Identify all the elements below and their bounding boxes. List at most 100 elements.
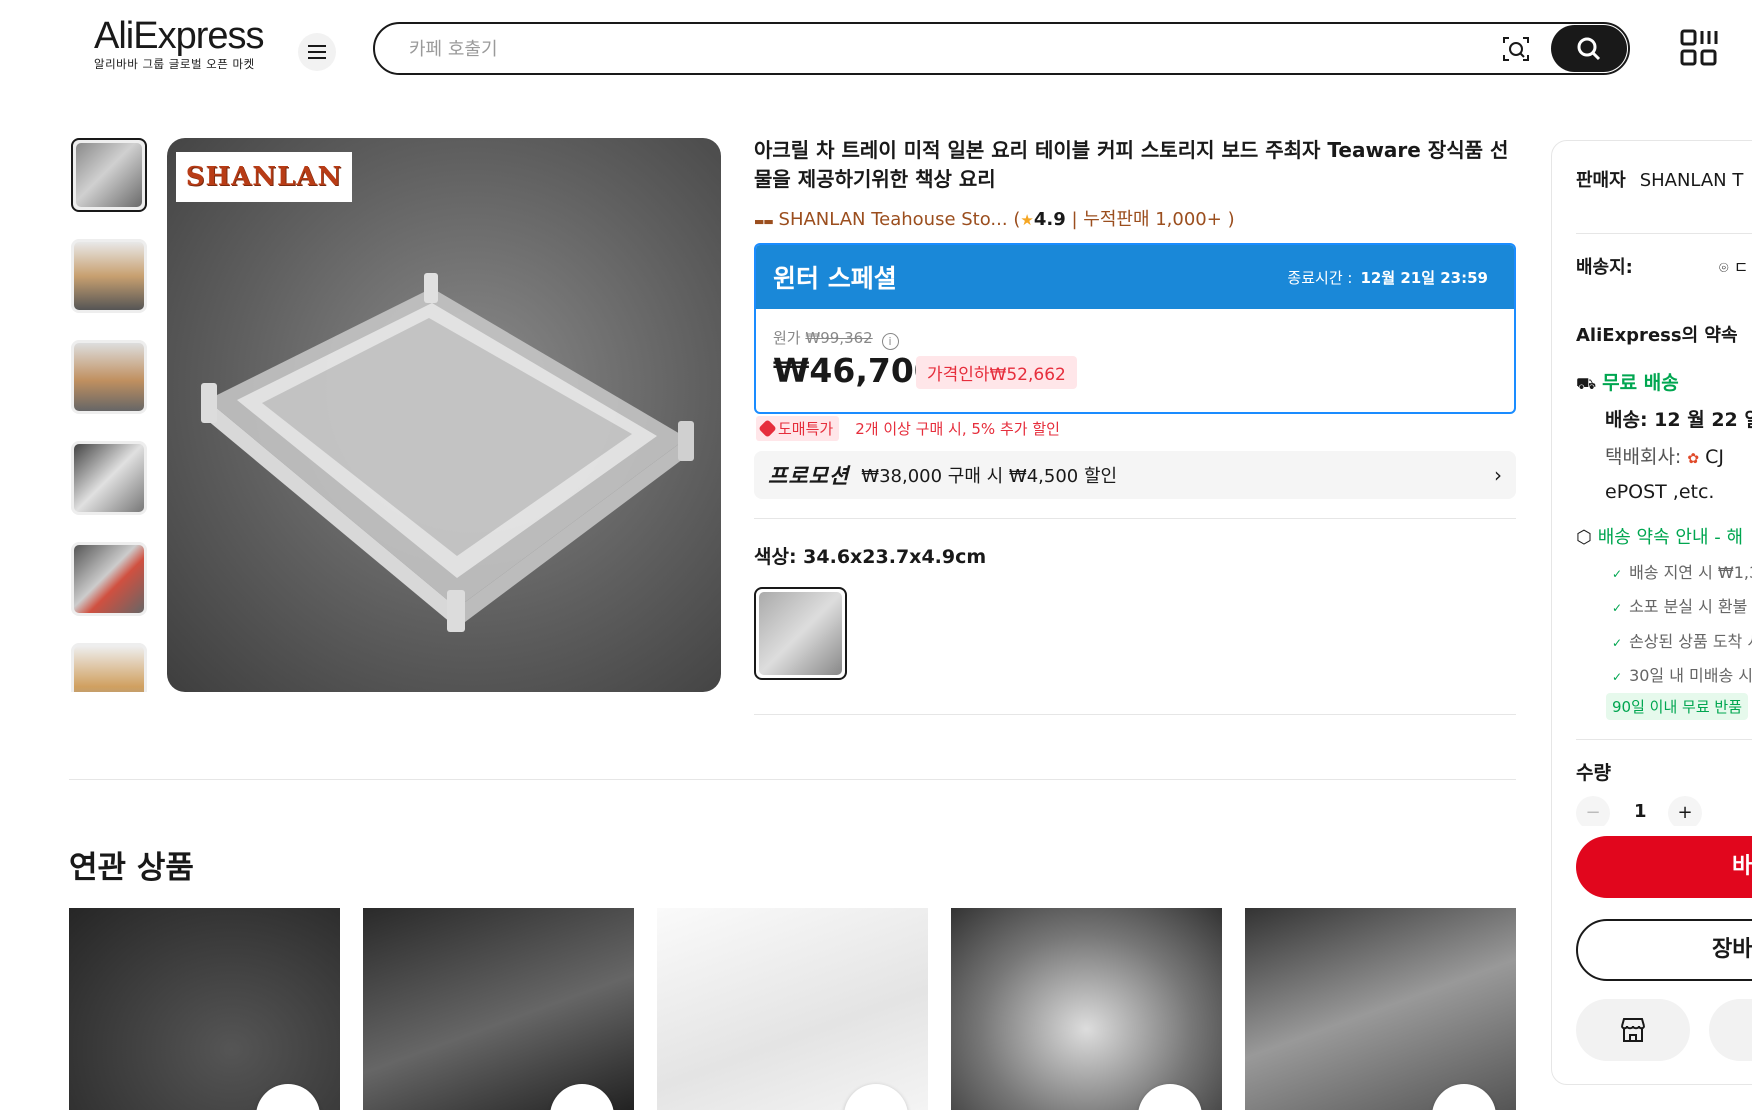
promotion-label: 프로모션 [768,464,850,488]
original-price-label: 원가 [773,329,801,347]
guarantee-text: 배송 약속 안내 - 해 [1597,527,1744,548]
quantity-value[interactable]: 1 [1634,801,1647,822]
store-button[interactable] [1576,999,1690,1061]
star-icon: ★ [1020,211,1034,229]
store-rating: 4.9 [1033,209,1066,230]
tray-illustration [201,273,694,632]
qr-code-icon [1680,29,1718,66]
courier-info: 택배회사: ✿ CJ ePOST ,etc. [1605,441,1724,509]
deal-box: 윈터 스페셜 종료시간 :12월 21일 23:59 원가 ₩99,362 i … [754,243,1516,414]
free-return-badge: 90일 이내 무료 반품 [1606,693,1748,720]
search-bar [373,22,1630,75]
courier-label: 택배회사: [1605,446,1682,468]
check-icon: ✓ [1612,601,1623,615]
quantity-increase-button[interactable]: + [1668,796,1702,826]
related-product-5[interactable] [1245,908,1516,1110]
thumbnail-5[interactable] [71,542,147,616]
check-icon: ✓ [1612,636,1623,650]
free-shipping: ⛟ 무료 배송 [1576,368,1679,395]
logo-subtitle: 알리바바 그룹 글로벌 오픈 마켓 [94,57,255,71]
store-logo-icon: ▬▬ [754,215,774,228]
divider [1576,739,1752,740]
add-to-cart-button[interactable]: 장바 [1576,919,1752,981]
delivery-date: 배송: 12 월 22 일 [1605,409,1752,431]
color-label: 색상: 34.6x23.7x4.9cm [754,546,987,568]
thumbnail-2[interactable] [71,239,147,313]
related-product-4[interactable] [951,908,1222,1110]
info-icon[interactable]: i [881,333,899,350]
main-product-image[interactable]: SHANLAN [167,138,721,692]
related-product-3[interactable] [657,908,928,1110]
chevron-right-icon: › [1494,463,1502,487]
promotion-row[interactable]: 프로모션 ₩38,000 구매 시 ₩4,500 할인 › [754,451,1516,499]
store-icon [1621,1018,1645,1042]
guarantee-item: ✓ 소포 분실 시 환불 [1612,593,1747,617]
courier-logo-icon: ✿ [1687,451,1700,467]
thumbnail-6[interactable] [71,643,147,692]
guarantee-item: ✓ 30일 내 미배송 시 [1612,662,1752,686]
ship-to-label: 배송지: [1576,257,1633,278]
divider [69,779,1516,780]
aliexpress-logo[interactable]: AliExpress 알리바바 그룹 글로벌 오픈 마켓 [94,14,274,72]
wholesale-line: 도매특가 2개 이상 구매 시, 5% 추가 할인 [756,416,1060,441]
search-input[interactable] [409,36,1409,62]
qr-code-button[interactable] [1680,29,1718,67]
thumbnail-list [69,138,149,692]
menu-button[interactable] [298,33,336,71]
search-icon [1577,37,1601,60]
sale-price: ₩46,700 [773,351,937,390]
thumbnail-1[interactable] [71,138,147,212]
logo-text: AliExpress [94,15,265,57]
free-shipping-text: 무료 배송 [1602,372,1679,394]
price-cut-badge: 가격인하₩52,662 [916,356,1077,389]
share-button[interactable] [1709,999,1752,1061]
sold-count: 누적판매 1,000+ [1083,209,1222,230]
store-line: ▬▬ SHANLAN Teahouse Sto... (★4.9 | 누적판매 … [754,205,1235,231]
quantity-stepper: − 1 + [1576,796,1716,826]
divider [754,518,1516,519]
promotion-text: ₩38,000 구매 시 ₩4,500 할인 [861,466,1118,487]
quantity-label: 수량 [1576,762,1611,784]
brand-badge: SHANLAN [176,152,352,202]
guarantee-item: ✓ 배송 지연 시 ₩1,3 [1612,559,1752,583]
guarantee-item-text: 소포 분실 시 환불 [1629,597,1748,616]
related-product-1[interactable] [69,908,340,1110]
delivery-guarantee-link[interactable]: ⬡ 배송 약속 안내 - 해 [1576,523,1743,549]
original-price: ₩99,362 [805,329,873,347]
wholesale-tag-text: 도매특가 [778,420,834,438]
camera-icon [1503,37,1529,61]
store-name-link[interactable]: SHANLAN Teahouse Sto... [779,209,1008,230]
related-product-2[interactable] [363,908,634,1110]
location-pin-icon: ⌾ [1719,258,1729,277]
buy-now-button[interactable]: 바 [1576,836,1752,898]
guarantee-item-text: 30일 내 미배송 시 [1629,666,1752,685]
thumbnail-3[interactable] [71,340,147,414]
thumbnail-4[interactable] [71,441,147,515]
search-button[interactable] [1551,25,1627,72]
related-title: 연관 상품 [69,850,194,886]
color-option[interactable] [754,587,847,680]
seller-name[interactable]: SHANLAN T [1640,170,1744,191]
courier-value: CJ [1705,446,1725,468]
separator: | [1071,209,1078,230]
guarantee-item-text: 배송 지연 시 ₩1,3 [1629,563,1752,582]
deal-end: 종료시간 : 12월 21일 23:59 [1287,267,1488,288]
product-title: 아크릴 차 트레이 미적 일본 요리 테이블 커피 스토리지 보드 주최자 Te… [754,138,1509,191]
wholesale-text: 2개 이상 구매 시, 5% 추가 할인 [855,420,1060,438]
header: AliExpress 알리바바 그룹 글로벌 오픈 마켓 [0,0,1752,100]
purchase-panel: 판매자 SHANLAN T 배송지: ⌾ ㄷ AliExpress의 약속 ⛟ 무료… [1551,140,1752,1085]
ship-to-selector[interactable]: ⌾ ㄷ [1719,254,1748,278]
check-icon: ✓ [1612,567,1623,581]
wholesale-tag: 도매특가 [756,416,840,441]
brand-badge-text: SHANLAN [185,162,343,192]
seller-label: 판매자 [1576,170,1626,191]
seller-row: 판매자 SHANLAN T [1576,166,1743,192]
deal-end-time: 12월 21일 23:59 [1360,268,1488,287]
promise-title: AliExpress의 약속 [1576,325,1738,346]
guarantee-item: ✓ 손상된 상품 도착 시 [1612,628,1752,652]
paren-close: ) [1227,209,1235,230]
quantity-decrease-button[interactable]: − [1576,796,1610,826]
image-search-button[interactable] [1501,34,1533,64]
tag-icon [758,419,777,438]
box-icon: ⬡ [1576,527,1592,548]
